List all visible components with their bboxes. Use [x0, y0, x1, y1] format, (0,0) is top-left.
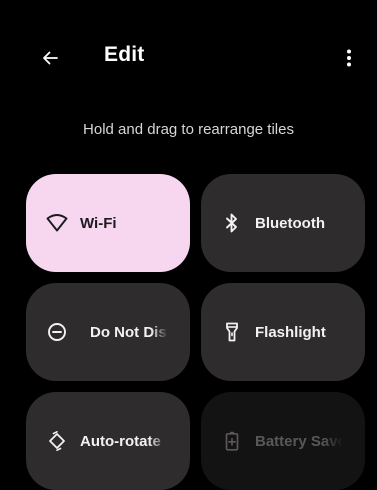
more-vert-icon — [347, 49, 351, 67]
tile-flashlight[interactable]: Flashlight — [201, 283, 365, 381]
do-not-disturb-icon — [46, 321, 68, 343]
wifi-icon — [46, 212, 68, 234]
tile-auto-rotate[interactable]: Auto-rotate — [26, 392, 190, 490]
tile-do-not-disturb[interactable]: Do Not Disturb — [26, 283, 190, 381]
tile-label: Do Not Disturb — [90, 323, 168, 341]
tile-battery-saver[interactable]: Battery Saver — [201, 392, 365, 490]
quick-settings-edit-screen: Edit Hold and drag to rearrange tiles Wi… — [0, 0, 377, 490]
tile-wifi[interactable]: Wi-Fi — [26, 174, 190, 272]
auto-rotate-icon — [46, 430, 68, 452]
tile-label: Wi-Fi — [80, 214, 117, 232]
back-button[interactable] — [30, 40, 70, 76]
tile-label: Auto-rotate — [80, 432, 161, 450]
bluetooth-icon — [221, 212, 243, 234]
flashlight-icon — [221, 321, 243, 343]
tile-label: Battery Saver — [255, 432, 343, 450]
more-options-button[interactable] — [334, 40, 364, 76]
instruction-text: Hold and drag to rearrange tiles — [83, 121, 294, 138]
toolbar: Edit — [0, 0, 377, 112]
tile-label: Flashlight — [255, 323, 326, 341]
page-title: Edit — [104, 43, 145, 66]
tile-bluetooth[interactable]: Bluetooth — [201, 174, 365, 272]
arrow-left-icon — [43, 51, 58, 65]
battery-saver-icon — [221, 430, 243, 452]
tile-label: Bluetooth — [255, 214, 325, 232]
